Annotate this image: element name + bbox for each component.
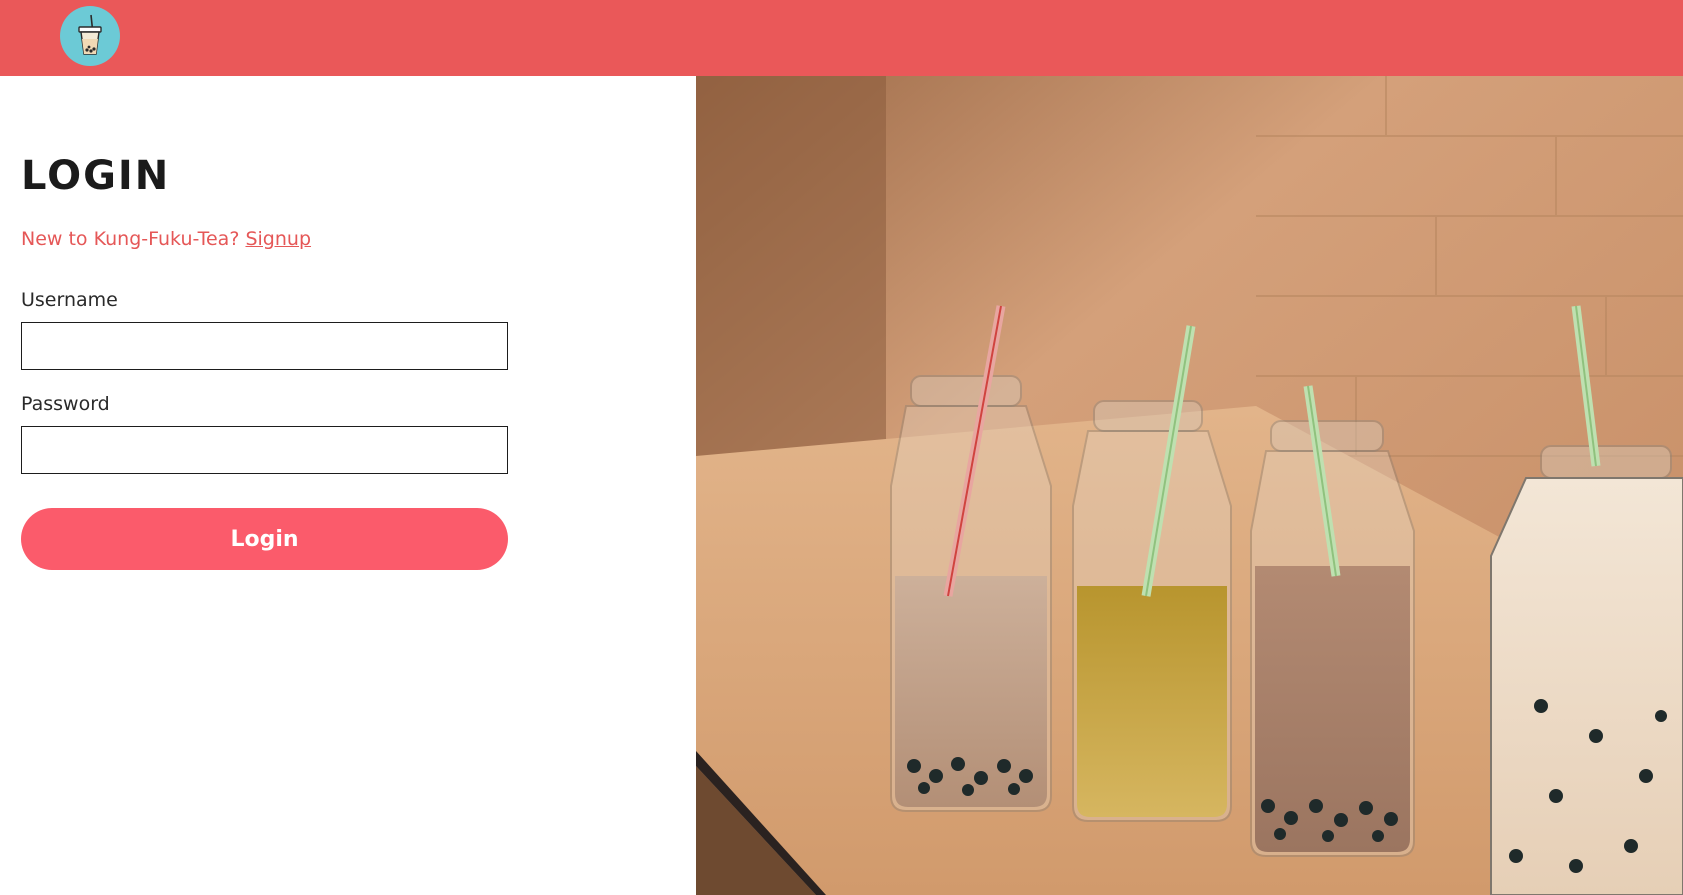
- page-title: LOGIN: [21, 153, 171, 199]
- bubble-tea-icon[interactable]: [60, 6, 120, 66]
- username-label: Username: [21, 289, 118, 311]
- password-field[interactable]: [21, 426, 508, 474]
- username-field[interactable]: [21, 322, 508, 370]
- password-label: Password: [21, 393, 110, 415]
- top-navigation-bar: [0, 0, 1683, 76]
- signup-link[interactable]: Signup: [245, 228, 311, 250]
- login-button[interactable]: Login: [21, 508, 508, 570]
- bubble-tea-bottles-photo: [696, 76, 1683, 895]
- signup-prompt-text: New to Kung-Fuku-Tea?: [21, 228, 240, 250]
- signup-prompt: New to Kung-Fuku-Tea? Signup: [21, 227, 311, 251]
